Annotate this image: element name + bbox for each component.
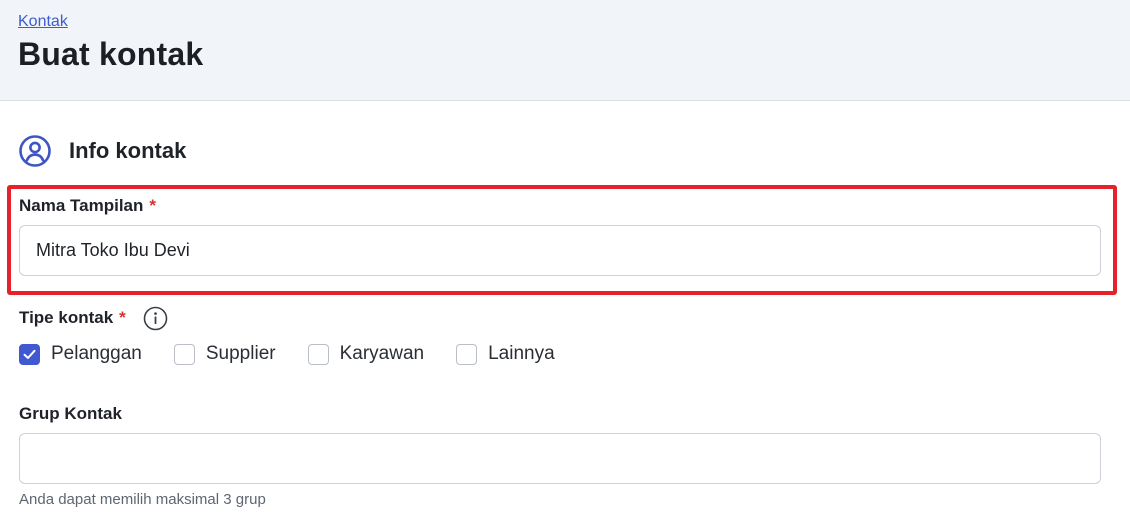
contact-group-label: Grup Kontak	[19, 404, 122, 424]
checkbox-unchecked[interactable]	[173, 343, 195, 365]
contact-type-label-text: Tipe kontak	[19, 308, 114, 327]
checkbox-pelanggan[interactable]: Pelanggan	[19, 343, 142, 365]
checkbox-unchecked[interactable]	[307, 343, 329, 365]
checkbox-lainnya[interactable]: Lainnya	[456, 343, 555, 365]
checkbox-label: Supplier	[205, 343, 276, 364]
section-title: Info kontak	[69, 138, 187, 163]
display-name-input[interactable]	[19, 225, 1101, 276]
checkbox-label: Lainnya	[488, 343, 555, 364]
section-header-info-kontak: Info kontak	[18, 134, 186, 168]
contact-group-input[interactable]	[19, 433, 1101, 484]
display-name-label: Nama Tampilan *	[19, 196, 156, 216]
contact-group-helper-text: Anda dapat memilih maksimal 3 grup	[19, 491, 266, 508]
page-title: Buat kontak	[18, 36, 204, 72]
checkbox-karyawan[interactable]: Karyawan	[307, 343, 425, 365]
display-name-label-text: Nama Tampilan	[19, 196, 144, 215]
info-icon[interactable]	[143, 306, 168, 331]
checkbox-supplier[interactable]: Supplier	[173, 343, 276, 365]
contact-group-label-text: Grup Kontak	[19, 404, 122, 423]
check-icon	[23, 349, 36, 359]
required-asterisk: *	[119, 308, 126, 327]
contact-type-options: Pelanggan Supplier Karyawan Lainnya	[19, 340, 587, 368]
contact-type-label: Tipe kontak *	[19, 305, 168, 331]
checkbox-unchecked[interactable]	[456, 343, 478, 365]
user-circle-icon	[18, 134, 52, 168]
checkbox-checked[interactable]	[19, 343, 40, 365]
checkbox-label: Karyawan	[339, 343, 425, 364]
page-header: Kontak Buat kontak	[0, 0, 1130, 101]
checkbox-label: Pelanggan	[51, 343, 142, 364]
required-asterisk: *	[149, 196, 157, 215]
breadcrumb-link-kontak[interactable]: Kontak	[18, 13, 68, 31]
